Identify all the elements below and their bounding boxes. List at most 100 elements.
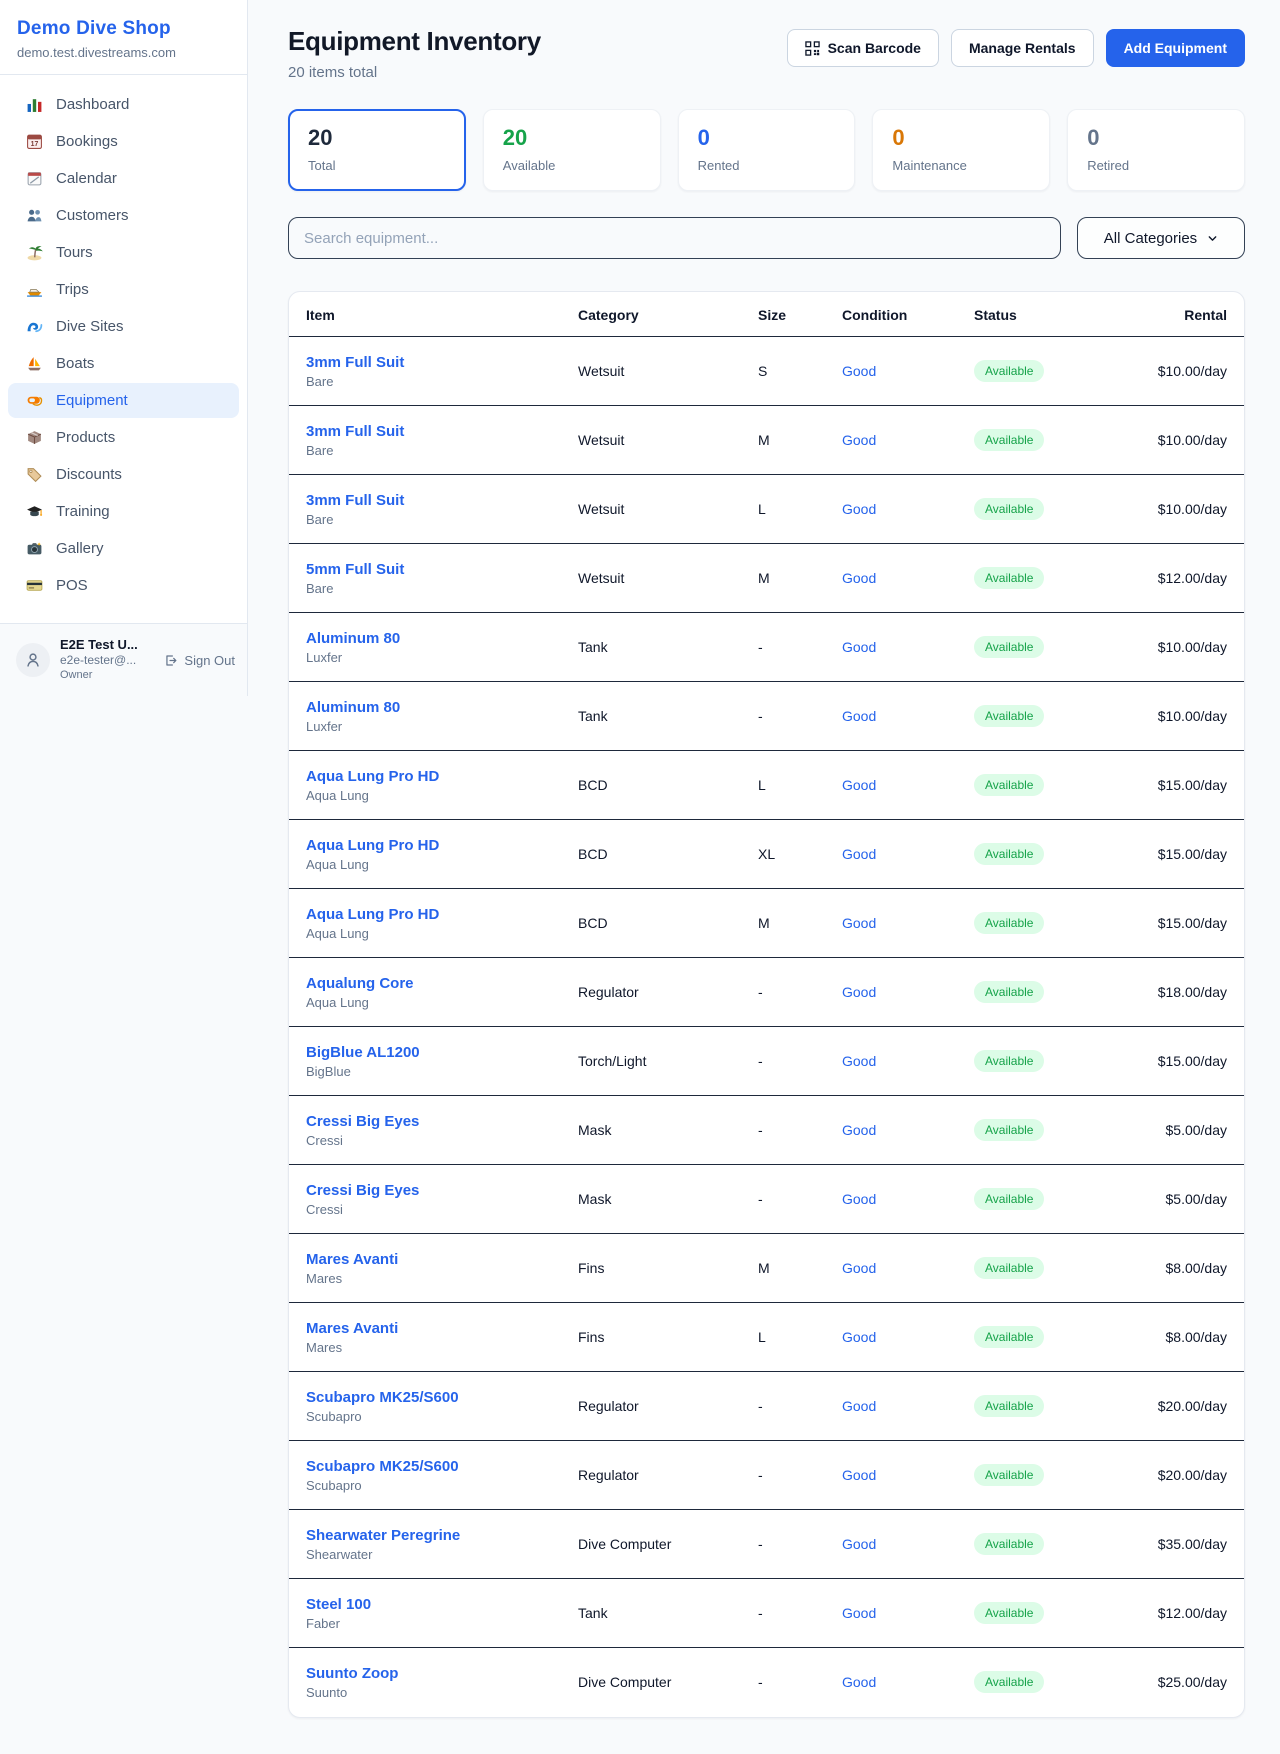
- search-input[interactable]: [288, 217, 1061, 259]
- sidebar-item-training[interactable]: Training: [8, 494, 239, 529]
- size-cell: L: [750, 751, 834, 820]
- item-name-link[interactable]: Cressi Big Eyes: [306, 1182, 562, 1199]
- condition-link[interactable]: Good: [842, 1605, 876, 1621]
- user-footer: E2E Test U... e2e-tester@... Owner Sign …: [0, 623, 247, 696]
- stat-card-retired[interactable]: 0Retired: [1067, 109, 1245, 191]
- sidebar-item-pos[interactable]: POS: [8, 568, 239, 603]
- item-brand: Luxfer: [306, 719, 562, 734]
- item-name-link[interactable]: Aqua Lung Pro HD: [306, 906, 562, 923]
- sidebar-item-products[interactable]: Products: [8, 420, 239, 455]
- user-info: E2E Test U... e2e-tester@... Owner: [60, 637, 138, 683]
- table-row: BigBlue AL1200BigBlueTorch/Light-GoodAva…: [289, 1027, 1244, 1096]
- item-name-link[interactable]: 5mm Full Suit: [306, 561, 562, 578]
- item-name-link[interactable]: Suunto Zoop: [306, 1665, 562, 1682]
- status-badge: Available: [974, 1533, 1044, 1555]
- category-cell: Tank: [570, 682, 750, 751]
- item-name-link[interactable]: Shearwater Peregrine: [306, 1527, 562, 1544]
- table-row: Aqualung CoreAqua LungRegulator-GoodAvai…: [289, 958, 1244, 1027]
- rental-cell: $10.00/day: [1128, 406, 1244, 475]
- category-cell: Mask: [570, 1165, 750, 1234]
- person-icon: [24, 651, 42, 669]
- condition-link[interactable]: Good: [842, 1536, 876, 1552]
- condition-link[interactable]: Good: [842, 570, 876, 586]
- sidebar-item-boats[interactable]: Boats: [8, 346, 239, 381]
- item-name-link[interactable]: Cressi Big Eyes: [306, 1113, 562, 1130]
- condition-link[interactable]: Good: [842, 1674, 876, 1690]
- condition-cell: Good: [834, 820, 966, 889]
- item-name-link[interactable]: 3mm Full Suit: [306, 492, 562, 509]
- item-name-link[interactable]: Mares Avanti: [306, 1320, 562, 1337]
- scan-barcode-button[interactable]: Scan Barcode: [787, 29, 939, 67]
- condition-cell: Good: [834, 1303, 966, 1372]
- rental-cell: $15.00/day: [1128, 1027, 1244, 1096]
- condition-link[interactable]: Good: [842, 363, 876, 379]
- item-name-link[interactable]: Aqua Lung Pro HD: [306, 837, 562, 854]
- size-cell: M: [750, 544, 834, 613]
- condition-link[interactable]: Good: [842, 1329, 876, 1345]
- sidebar-item-dashboard[interactable]: Dashboard: [8, 87, 239, 122]
- manage-rentals-button[interactable]: Manage Rentals: [951, 29, 1094, 67]
- sidebar-item-discounts[interactable]: Discounts: [8, 457, 239, 492]
- sidebar-item-dive-sites[interactable]: Dive Sites: [8, 309, 239, 344]
- condition-link[interactable]: Good: [842, 708, 876, 724]
- item-name-link[interactable]: Aluminum 80: [306, 699, 562, 716]
- table-row: Mares AvantiMaresFinsMGoodAvailable$8.00…: [289, 1234, 1244, 1303]
- sidebar-item-tours[interactable]: Tours: [8, 235, 239, 270]
- condition-link[interactable]: Good: [842, 1467, 876, 1483]
- condition-link[interactable]: Good: [842, 984, 876, 1000]
- rental-cell: $15.00/day: [1128, 889, 1244, 958]
- item-name-link[interactable]: 3mm Full Suit: [306, 423, 562, 440]
- condition-cell: Good: [834, 1441, 966, 1510]
- stat-card-available[interactable]: 20Available: [483, 109, 661, 191]
- item-cell: Scubapro MK25/S600Scubapro: [289, 1441, 570, 1510]
- stat-card-maintenance[interactable]: 0Maintenance: [872, 109, 1050, 191]
- item-name-link[interactable]: Scubapro MK25/S600: [306, 1458, 562, 1475]
- sidebar-item-equipment[interactable]: Equipment: [8, 383, 239, 418]
- condition-link[interactable]: Good: [842, 1053, 876, 1069]
- size-cell: L: [750, 1303, 834, 1372]
- item-name-link[interactable]: Steel 100: [306, 1596, 562, 1613]
- condition-link[interactable]: Good: [842, 1122, 876, 1138]
- sidebar-item-bookings[interactable]: 17Bookings: [8, 124, 239, 159]
- condition-link[interactable]: Good: [842, 1260, 876, 1276]
- stat-value: 20: [503, 125, 641, 151]
- item-brand: Aqua Lung: [306, 788, 562, 803]
- condition-cell: Good: [834, 1234, 966, 1303]
- item-name-link[interactable]: 3mm Full Suit: [306, 354, 562, 371]
- sidebar-item-gallery[interactable]: Gallery: [8, 531, 239, 566]
- condition-link[interactable]: Good: [842, 915, 876, 931]
- item-name-link[interactable]: Scubapro MK25/S600: [306, 1389, 562, 1406]
- condition-link[interactable]: Good: [842, 432, 876, 448]
- sidebar-item-customers[interactable]: Customers: [8, 198, 239, 233]
- column-header-rental: Rental: [1128, 292, 1244, 337]
- condition-link[interactable]: Good: [842, 846, 876, 862]
- sidebar-item-label: Discounts: [56, 466, 122, 483]
- item-cell: Aqua Lung Pro HDAqua Lung: [289, 889, 570, 958]
- size-cell: M: [750, 1234, 834, 1303]
- condition-link[interactable]: Good: [842, 501, 876, 517]
- sidebar-item-label: Dive Sites: [56, 318, 124, 335]
- stat-value: 0: [698, 125, 836, 151]
- item-name-link[interactable]: Aqualung Core: [306, 975, 562, 992]
- item-name-link[interactable]: Aluminum 80: [306, 630, 562, 647]
- stat-card-total[interactable]: 20Total: [288, 109, 466, 191]
- sidebar-item-label: Tours: [56, 244, 93, 261]
- condition-link[interactable]: Good: [842, 639, 876, 655]
- condition-link[interactable]: Good: [842, 1191, 876, 1207]
- condition-link[interactable]: Good: [842, 777, 876, 793]
- item-name-link[interactable]: Aqua Lung Pro HD: [306, 768, 562, 785]
- condition-link[interactable]: Good: [842, 1398, 876, 1414]
- item-name-link[interactable]: BigBlue AL1200: [306, 1044, 562, 1061]
- brand-title[interactable]: Demo Dive Shop: [17, 18, 231, 40]
- sidebar-item-calendar[interactable]: Calendar: [8, 161, 239, 196]
- grad-cap-icon: [25, 503, 43, 520]
- sign-out-button[interactable]: Sign Out: [163, 653, 235, 668]
- category-cell: Dive Computer: [570, 1510, 750, 1579]
- stat-card-rented[interactable]: 0Rented: [678, 109, 856, 191]
- add-equipment-button[interactable]: Add Equipment: [1106, 29, 1245, 67]
- item-brand: Shearwater: [306, 1547, 562, 1562]
- category-filter-select[interactable]: All Categories: [1077, 217, 1245, 259]
- item-name-link[interactable]: Mares Avanti: [306, 1251, 562, 1268]
- sidebar-item-label: Trips: [56, 281, 89, 298]
- sidebar-item-trips[interactable]: Trips: [8, 272, 239, 307]
